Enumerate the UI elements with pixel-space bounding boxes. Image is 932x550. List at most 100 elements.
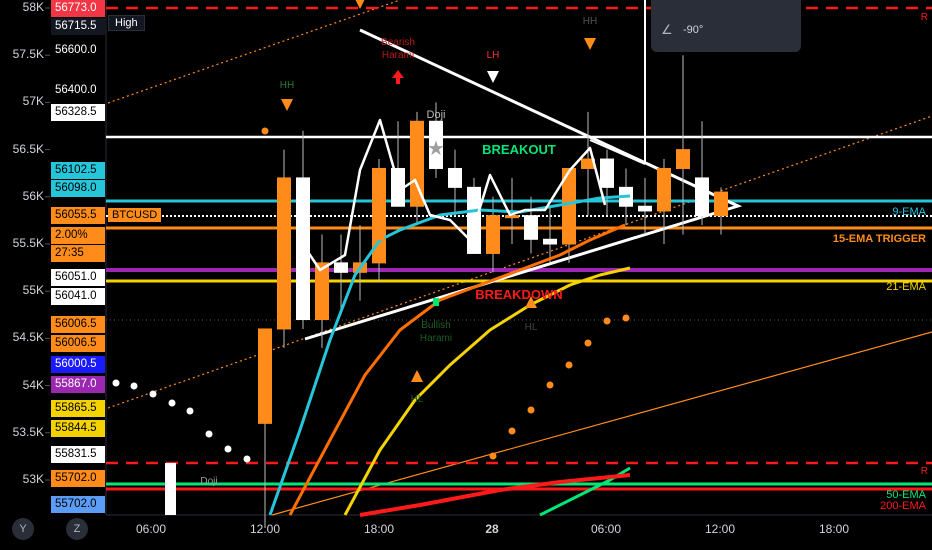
angle-icon: ∠ (661, 22, 673, 37)
psar-dot (224, 445, 232, 453)
lh-marker (487, 71, 499, 83)
lh-label: LH (487, 50, 500, 61)
x-tick-label: 12:00 (249, 522, 281, 536)
psar-dot (205, 430, 213, 438)
x-tick-label: 28 (485, 522, 499, 536)
price-label: 56006.5 (51, 335, 105, 353)
price-label: 27:35 (51, 245, 105, 263)
psar-dot (112, 379, 120, 387)
doji-star-icon: ★ (427, 138, 445, 160)
price-label: 56000.5 (51, 355, 105, 373)
price-label: 56041.0 (51, 287, 105, 305)
breakout-label: BREAKOUT (482, 142, 556, 157)
y-tick-label: 53.5K (12, 424, 44, 439)
y-tick-label: 54K (22, 377, 44, 392)
x-tick-label: 06:00 (135, 522, 167, 536)
candle-body (315, 262, 329, 321)
price-label: 56400.0 (51, 82, 105, 100)
psar-dot (546, 381, 554, 389)
breakdown-label: BREAKDOWN (475, 287, 562, 302)
candle-body (334, 262, 348, 273)
candle-body (258, 328, 272, 424)
candle-body (505, 215, 519, 219)
candle-body (277, 177, 291, 330)
price-label: 55831.5 (51, 445, 105, 463)
y-tick-label: 54.5K (12, 330, 44, 345)
price-label: 56098.0 (51, 180, 105, 198)
candle-body (676, 149, 690, 169)
price-label: 56328.5 (51, 103, 105, 121)
price-label: 56055.5 (51, 206, 105, 224)
resistance-mark-bottom: R (920, 466, 928, 477)
psar-dot (508, 427, 516, 435)
bearish-arrow-icon (392, 70, 404, 84)
hh-label: HH (280, 80, 294, 91)
y-tick-label: 55K (22, 283, 44, 298)
psar-dot (603, 317, 611, 325)
price-label: 2.00% (51, 226, 105, 244)
candle-body (714, 191, 728, 217)
price-label: 55702.0 (51, 470, 105, 488)
candle-body (524, 215, 538, 240)
ema21-label: 21-EMA (886, 281, 926, 293)
tooltip-text: -90° (683, 24, 704, 36)
doji-label: Doji (427, 109, 446, 121)
candle-body (296, 177, 310, 321)
x-tick-label: 18:00 (818, 522, 850, 536)
price-label: 56600.0 (51, 41, 105, 59)
hl-label: HL (411, 394, 424, 405)
candle-body (486, 215, 500, 254)
axis-y-button[interactable]: Y (12, 518, 34, 540)
price-label: 55865.5 (51, 400, 105, 418)
bearish-harami-label: Harami (382, 50, 414, 61)
psar-dot (186, 407, 194, 415)
psar-dot (527, 406, 535, 414)
price-chart[interactable]: HH HH LH Bearish Harami Doji ★ BREAKOUT BREAKDOW… (0, 0, 932, 550)
channel-lower (107, 115, 932, 409)
price-label: 56051.0 (51, 269, 105, 287)
psar-dot (149, 390, 157, 398)
hh-label: HH (583, 16, 597, 27)
channel-upper (107, 0, 401, 104)
psar-dot (489, 452, 497, 460)
triangle-extension (589, 139, 646, 165)
bearish-harami-label: Bearish (381, 37, 415, 48)
y-tick-label: 56.5K (12, 141, 44, 156)
hl-label: HL (525, 322, 538, 333)
y-tick-label: 58K (22, 0, 44, 14)
psar-dot (243, 455, 251, 463)
candle-body (600, 158, 614, 188)
hh-marker (281, 99, 293, 111)
y-tick-label: 57.5K (12, 47, 44, 62)
candle-body (467, 186, 481, 254)
psar-dot (565, 361, 573, 369)
zigzag-line (298, 118, 607, 272)
bullish-arrow-icon (433, 298, 439, 306)
x-tick-label: 06:00 (590, 522, 622, 536)
ema9-label: 9-EMA (892, 206, 926, 218)
symbol-tag: BTCUSD (108, 208, 162, 222)
doji-label: Doji (200, 476, 217, 487)
resistance-mark-top: R (920, 12, 928, 23)
psar-dot (130, 382, 138, 390)
bullish-harami-label: Harami (420, 333, 452, 344)
y-tick-label: 55.5K (12, 236, 44, 250)
psar-dot (622, 314, 630, 322)
candle-body (448, 167, 462, 188)
axis-z-button[interactable]: Z (66, 518, 88, 540)
ema200-line (359, 473, 631, 517)
ema15-label: 15-EMA TRIGGER (832, 233, 926, 245)
price-label: 55702.0 (51, 495, 105, 513)
price-label: 56715.5 (51, 17, 105, 35)
candle-body (657, 167, 671, 212)
price-label: 56006.5 (51, 316, 105, 334)
psar-dot (168, 399, 176, 407)
x-tick-label: 18:00 (363, 522, 395, 536)
hh-marker (584, 38, 596, 50)
y-tick-label: 57K (22, 94, 44, 109)
drawing-tooltip: ∠ -90° (651, 0, 801, 52)
candle-body (165, 463, 176, 515)
candle-body (695, 177, 709, 217)
psar-dot (261, 127, 269, 135)
price-label: 55867.0 (51, 375, 105, 393)
